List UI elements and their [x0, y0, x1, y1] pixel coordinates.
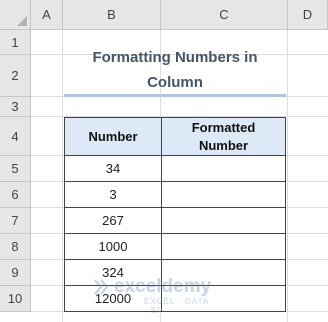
- row-header-6[interactable]: 6: [0, 182, 31, 208]
- number-cell[interactable]: 1000: [64, 233, 162, 260]
- row-header-8[interactable]: 8: [0, 234, 31, 260]
- spreadsheet: A B C D 1 2 3 4 5 6 7 8 9 10 Formatting …: [0, 0, 328, 322]
- column-header-d[interactable]: D: [288, 0, 328, 30]
- header-formatted-label-line2: Number: [198, 137, 249, 153]
- sheet-title[interactable]: Formatting Numbers in Column: [64, 45, 286, 95]
- formatted-cell[interactable]: [161, 285, 286, 312]
- column-header-b[interactable]: B: [63, 0, 161, 30]
- sheet-title-line1: Formatting Numbers in: [92, 49, 258, 66]
- formatted-cell[interactable]: [161, 181, 286, 208]
- header-formatted-label-line1: Formatted: [191, 119, 256, 135]
- sheet-title-line2: Column: [147, 74, 203, 91]
- number-cell[interactable]: 34: [64, 155, 162, 182]
- column-header-c[interactable]: C: [161, 0, 288, 30]
- header-cell-number[interactable]: Number: [64, 117, 162, 156]
- header-cell-formatted[interactable]: Formatted Number: [161, 117, 286, 156]
- formatted-cell[interactable]: [161, 259, 286, 286]
- formatted-cell[interactable]: [161, 155, 286, 182]
- select-all-button[interactable]: [0, 0, 31, 30]
- header-number-label: Number: [88, 128, 138, 144]
- gridline: [62, 30, 63, 322]
- formatted-cell[interactable]: [161, 233, 286, 260]
- row-header-2[interactable]: 2: [0, 55, 31, 97]
- title-underline: [64, 94, 286, 97]
- number-cell[interactable]: 324: [64, 259, 162, 286]
- row-header-7[interactable]: 7: [0, 208, 31, 234]
- row-header-1[interactable]: 1: [0, 30, 31, 55]
- number-cell[interactable]: 267: [64, 207, 162, 234]
- number-cell[interactable]: 3: [64, 181, 162, 208]
- formatted-cell[interactable]: [161, 207, 286, 234]
- row-header-9[interactable]: 9: [0, 260, 31, 286]
- row-header-10[interactable]: 10: [0, 286, 31, 312]
- column-header-a[interactable]: A: [31, 0, 63, 30]
- gridline: [287, 30, 288, 322]
- row-header-5[interactable]: 5: [0, 156, 31, 182]
- select-all-icon: [17, 16, 27, 26]
- row-header-4[interactable]: 4: [0, 117, 31, 156]
- row-header-3[interactable]: 3: [0, 97, 31, 117]
- number-cell[interactable]: 12000: [64, 285, 162, 312]
